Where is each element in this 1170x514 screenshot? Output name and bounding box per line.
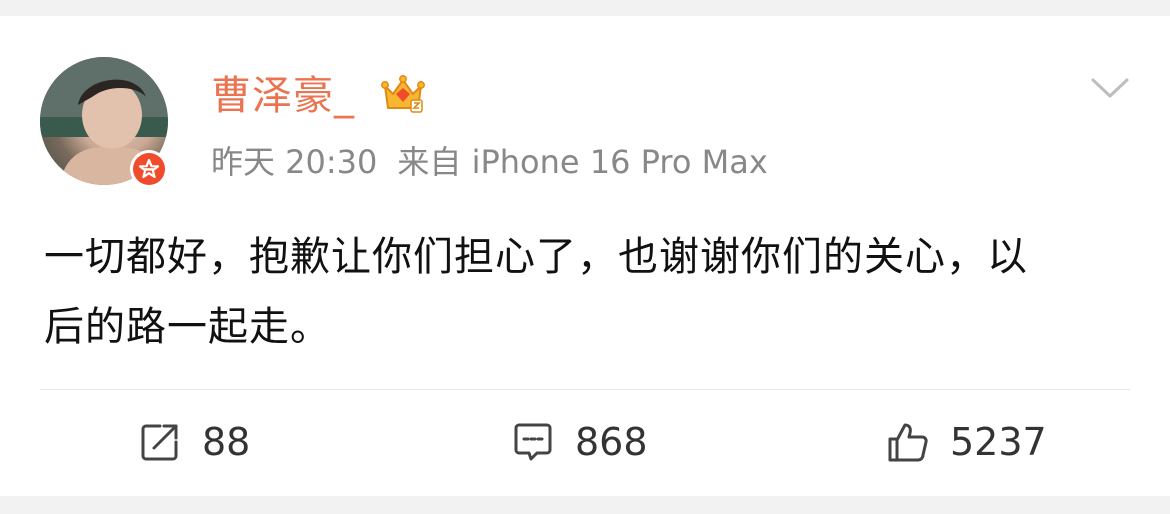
chevron-down-icon[interactable]: [1090, 74, 1130, 102]
post-source: 来自 iPhone 16 Pro Max: [397, 143, 768, 181]
top-separator: [0, 0, 1170, 16]
like-button[interactable]: 5237: [886, 416, 1047, 468]
divider: [40, 389, 1130, 390]
post-meta: 昨天 20:30 来自 iPhone 16 Pro Max: [211, 140, 788, 184]
post-time: 昨天 20:30: [211, 143, 378, 181]
post-text: 一切都好，抱歉让你们担心了，也谢谢你们的关心，以后的路一起走。: [44, 234, 1028, 350]
share-icon: [141, 424, 178, 461]
comment-count: 868: [575, 420, 648, 464]
thumbs-up-icon: [888, 423, 928, 462]
author-name[interactable]: 曹泽豪_: [211, 70, 355, 122]
verified-badge-icon: [130, 150, 168, 188]
comment-button[interactable]: 868: [511, 416, 648, 468]
like-count: 5237: [950, 420, 1047, 464]
repost-count: 88: [202, 420, 251, 464]
crown-icon[interactable]: [381, 72, 425, 116]
bottom-separator: [0, 496, 1170, 514]
comment-icon: [514, 423, 552, 461]
repost-button[interactable]: 88: [138, 416, 250, 468]
